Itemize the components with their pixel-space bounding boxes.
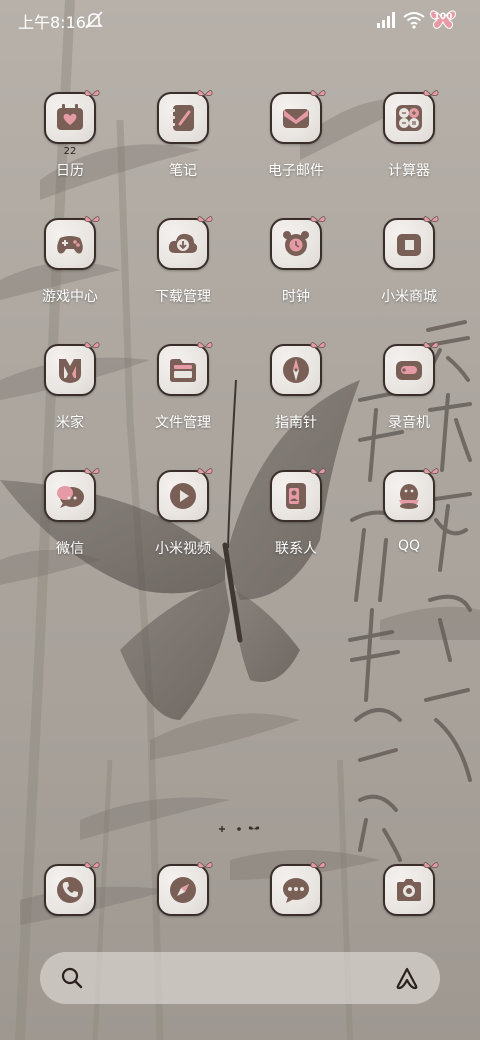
app-email[interactable]: 电子邮件	[246, 88, 346, 198]
bow-decoration-icon	[423, 216, 439, 222]
contact-card-icon	[286, 483, 306, 509]
voice-assistant-icon[interactable]	[394, 966, 420, 990]
app-calculator[interactable]: 计算器	[359, 88, 459, 198]
app-recorder[interactable]: 录音机	[359, 340, 459, 450]
page-indicator[interactable]	[218, 824, 268, 834]
app-label: 时钟	[282, 289, 310, 305]
app-label: 电子邮件	[268, 163, 324, 179]
bow-decoration-icon	[84, 468, 100, 474]
bow-decoration-icon	[84, 90, 100, 96]
app-mi-store[interactable]: 小米商城	[359, 214, 459, 324]
app-label: 小米视频	[155, 541, 211, 557]
bow-decoration-icon	[84, 342, 100, 348]
calendar-icon	[57, 104, 83, 130]
bow-decoration-icon	[197, 90, 213, 96]
app-label: 微信	[56, 541, 84, 557]
bow-decoration-icon	[310, 216, 326, 222]
folder-icon	[170, 359, 196, 382]
bow-decoration-icon	[423, 90, 439, 96]
bow-decoration-icon	[310, 90, 326, 96]
battery-level: 100	[433, 12, 453, 22]
app-compass[interactable]: 指南针	[246, 340, 346, 450]
app-game-center[interactable]: 游戏中心	[20, 214, 120, 324]
bow-decoration-icon	[197, 216, 213, 222]
bow-decoration-icon	[423, 468, 439, 474]
bow-decoration-icon	[423, 862, 439, 868]
app-label: 游戏中心	[42, 289, 98, 305]
dock-camera[interactable]	[359, 860, 459, 930]
chat-bubbles-icon	[57, 486, 84, 508]
bow-decoration-icon	[197, 342, 213, 348]
mijia-icon	[59, 359, 81, 383]
app-label: 指南针	[275, 415, 317, 431]
cellular-signal-icon	[377, 12, 395, 28]
message-bubble-icon	[283, 878, 309, 903]
calculator-icon	[396, 105, 422, 131]
play-icon	[170, 483, 196, 509]
bow-decoration-icon	[84, 862, 100, 868]
app-label: 笔记	[169, 163, 197, 179]
app-file-manager[interactable]: 文件管理	[133, 340, 233, 450]
alarm-clock-icon	[283, 231, 309, 256]
app-clock[interactable]: 时钟	[246, 214, 346, 324]
page-dot-butterfly-icon	[248, 826, 260, 830]
penguin-icon	[399, 484, 419, 509]
envelope-icon	[283, 109, 309, 128]
dock-phone[interactable]	[20, 860, 120, 930]
app-download-manager[interactable]: 下载管理	[133, 214, 233, 324]
bow-decoration-icon	[310, 862, 326, 868]
app-label: 日历	[56, 163, 84, 179]
app-label: 米家	[56, 415, 84, 431]
notification-muted-icon	[85, 11, 103, 29]
app-mi-video[interactable]: 小米视频	[133, 466, 233, 576]
app-label: 下载管理	[155, 289, 211, 305]
phone-icon	[57, 877, 83, 903]
gamepad-icon	[57, 236, 83, 254]
app-calendar[interactable]: 22 日历	[20, 88, 120, 198]
page-dot-add-icon	[219, 826, 225, 832]
status-bar: 上午8:16 100	[0, 0, 480, 40]
bow-decoration-icon	[310, 342, 326, 348]
app-label: 联系人	[275, 541, 317, 557]
app-label: 文件管理	[155, 415, 211, 431]
app-label: 录音机	[388, 415, 430, 431]
search-bar[interactable]	[40, 952, 440, 1004]
bow-decoration-icon	[84, 216, 100, 222]
app-wechat[interactable]: 微信	[20, 466, 120, 576]
dock	[0, 860, 480, 930]
app-label: 小米商城	[381, 289, 437, 305]
search-icon[interactable]	[60, 966, 84, 990]
browser-compass-icon	[170, 877, 196, 903]
app-notes[interactable]: 笔记	[133, 88, 233, 198]
app-label: 计算器	[388, 163, 430, 179]
bow-decoration-icon	[423, 342, 439, 348]
bow-decoration-icon	[310, 468, 326, 474]
shopping-bag-icon	[397, 234, 421, 256]
page-dot	[237, 827, 241, 831]
camera-icon	[397, 879, 421, 901]
notebook-icon	[170, 105, 194, 131]
compass-icon	[283, 357, 309, 383]
calendar-date: 22	[63, 146, 77, 157]
cloud-download-icon	[168, 233, 198, 253]
wifi-icon	[403, 12, 425, 29]
status-time: 上午8:16	[18, 13, 86, 32]
app-mijia[interactable]: 米家	[20, 340, 120, 450]
dock-messages[interactable]	[246, 860, 346, 930]
dock-browser[interactable]	[133, 860, 233, 930]
app-label: QQ	[397, 538, 421, 554]
bow-decoration-icon	[197, 862, 213, 868]
recorder-icon	[396, 361, 422, 380]
app-qq[interactable]: QQ	[359, 466, 459, 576]
app-contacts[interactable]: 联系人	[246, 466, 346, 576]
bow-decoration-icon	[197, 468, 213, 474]
